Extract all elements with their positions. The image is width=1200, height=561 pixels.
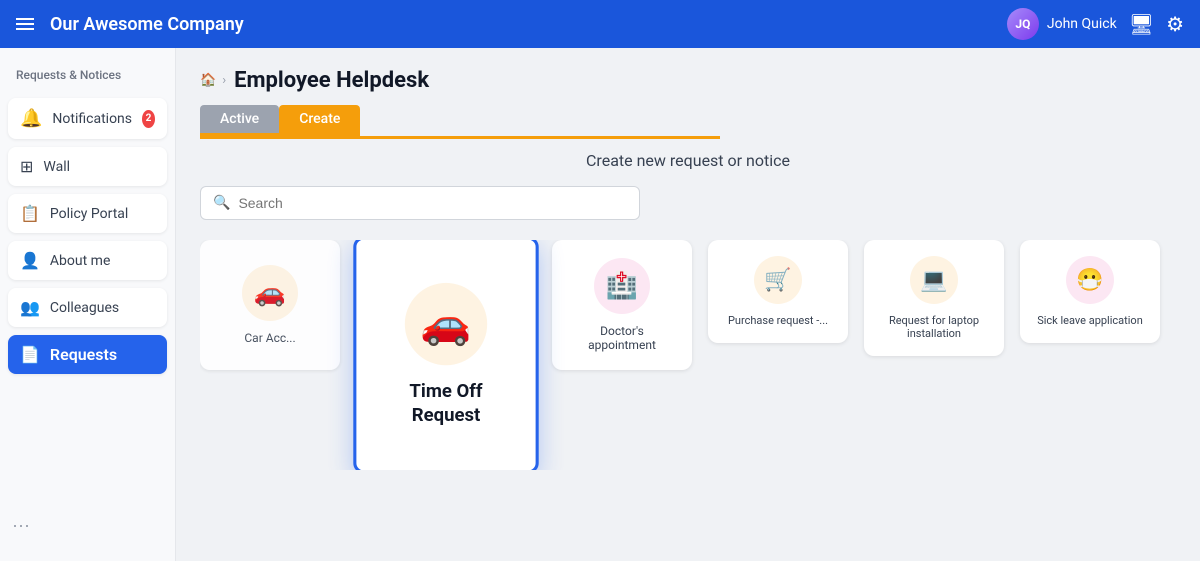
car-featured-icon: 🚗: [405, 282, 487, 364]
tabs: Active Create: [200, 105, 360, 136]
breadcrumb-separator: ›: [222, 73, 226, 88]
sidebar-item-colleagues[interactable]: 👥 Colleagues: [8, 288, 167, 327]
main-layout: Requests & Notices 🔔 Notifications 2 ⊞ W…: [0, 48, 1200, 561]
sidebar-item-label: Policy Portal: [50, 206, 128, 222]
car-icon: 🚗: [242, 265, 298, 321]
sidebar-item-about-me[interactable]: 👤 About me: [8, 241, 167, 280]
sidebar-item-requests[interactable]: 📄 Requests: [8, 335, 167, 374]
card-doctors-appointment[interactable]: 🏥 Doctor's appointment: [552, 240, 692, 370]
card-sick-leave[interactable]: 😷 Sick leave application: [1020, 240, 1160, 343]
sidebar: Requests & Notices 🔔 Notifications 2 ⊞ W…: [0, 48, 176, 561]
home-icon[interactable]: 🏠: [200, 73, 216, 88]
gear-icon[interactable]: ⚙: [1166, 12, 1184, 36]
company-name: Our Awesome Company: [50, 14, 244, 35]
avatar: JQ: [1007, 8, 1039, 40]
wall-icon: ⊞: [20, 157, 33, 176]
laptop-icon: 💻: [910, 256, 958, 304]
card-label: Car Acc...: [244, 331, 295, 345]
card-purchase-request[interactable]: 🛒 Purchase request -...: [708, 240, 848, 343]
search-icon: 🔍: [213, 195, 230, 211]
sidebar-section-label: Requests & Notices: [8, 64, 167, 90]
hamburger-icon[interactable]: [16, 18, 34, 30]
tab-active[interactable]: Active: [200, 105, 279, 133]
bottom-icon: ⋯: [12, 516, 30, 537]
search-bar: 🔍: [200, 186, 640, 220]
search-input[interactable]: [238, 195, 627, 211]
breadcrumb: 🏠 ›: [200, 73, 226, 88]
card-label-featured: Time OffRequest: [409, 379, 482, 427]
top-navigation: Our Awesome Company JQ John Quick 🖥 ⚙: [0, 0, 1200, 48]
card-car-accident[interactable]: 🚗 Car Acc...: [200, 240, 340, 370]
sidebar-item-wall[interactable]: ⊞ Wall: [8, 147, 167, 186]
sidebar-item-label: About me: [50, 253, 110, 269]
page-title: Employee Helpdesk: [234, 68, 429, 93]
bell-icon: 🔔: [20, 108, 42, 129]
nav-right: JQ John Quick 🖥 ⚙: [1007, 8, 1184, 40]
sick-icon: 😷: [1066, 256, 1114, 304]
card-time-off[interactable]: 🚗 Time OffRequest: [353, 240, 538, 470]
cards-container: 🚗 Car Acc... 🚗 Time OffRequest 🏥 Doctor'…: [200, 240, 1176, 470]
card-label: Doctor's appointment: [568, 324, 676, 352]
card-label: Request for laptop installation: [880, 314, 988, 340]
user-info: JQ John Quick: [1007, 8, 1117, 40]
nav-left: Our Awesome Company: [16, 14, 244, 35]
policy-icon: 📋: [20, 204, 40, 223]
colleagues-icon: 👥: [20, 298, 40, 317]
sidebar-item-notifications[interactable]: 🔔 Notifications 2: [8, 98, 167, 139]
requests-icon: 📄: [20, 345, 40, 364]
sidebar-item-label: Notifications: [52, 111, 132, 127]
monitor-icon[interactable]: 🖥: [1129, 12, 1154, 36]
sidebar-item-label: Colleagues: [50, 300, 119, 316]
card-label: Sick leave application: [1037, 314, 1143, 327]
notification-badge: 2: [142, 110, 155, 128]
create-subtitle: Create new request or notice: [200, 151, 1176, 170]
card-laptop-request[interactable]: 💻 Request for laptop installation: [864, 240, 1004, 356]
sidebar-item-label: Requests: [50, 345, 117, 364]
sidebar-item-policy-portal[interactable]: 📋 Policy Portal: [8, 194, 167, 233]
cart-icon: 🛒: [754, 256, 802, 304]
tab-create[interactable]: Create: [279, 105, 360, 133]
card-label: Purchase request -...: [728, 314, 828, 327]
sidebar-item-label: Wall: [43, 159, 70, 175]
person-icon: 👤: [20, 251, 40, 270]
content-area: 🏠 › Employee Helpdesk Active Create Crea…: [176, 48, 1200, 561]
user-name: John Quick: [1047, 16, 1117, 32]
hospital-icon: 🏥: [594, 258, 650, 314]
